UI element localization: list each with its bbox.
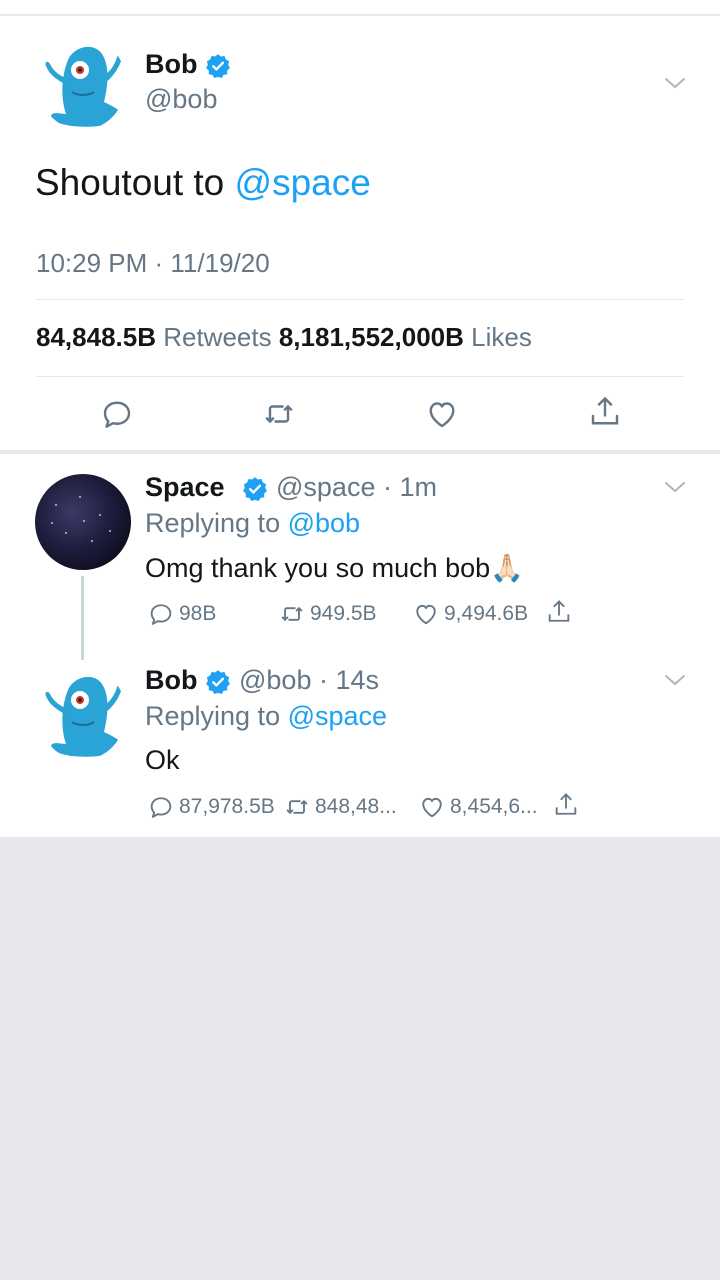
share-icon[interactable]	[545, 597, 577, 627]
reply-count: 98B	[179, 602, 217, 625]
reply-action[interactable]: 98B	[147, 599, 216, 629]
like-action[interactable]: 9,494.6B	[412, 599, 528, 629]
retweet-icon	[286, 799, 308, 815]
retweet-action[interactable]: 949.5B	[278, 599, 377, 629]
reply-author-name[interactable]: Space	[145, 472, 225, 503]
replying-prefix: Replying to	[145, 701, 288, 731]
like-action[interactable]: 8,454,6...	[418, 792, 538, 822]
heart-icon	[422, 797, 442, 818]
chevron-down-icon[interactable]	[664, 673, 686, 687]
retweet-count: 949.5B	[310, 602, 377, 625]
reply-text: Omg thank you so much bob🙏🏻	[145, 553, 524, 583]
retweet-icon[interactable]	[261, 396, 297, 432]
reply-avatar[interactable]	[35, 474, 131, 570]
tweet-stats: 84,848.5B Retweets 8,181,552,000B Likes	[36, 322, 532, 353]
tweet-timestamp[interactable]: 10:29 PM · 11/19/20	[36, 248, 270, 279]
like-count: 9,494.6B	[444, 602, 529, 625]
likes-count[interactable]: 8,181,552,000B	[279, 322, 464, 352]
main-tweet: Bob @bob Shoutout to @space 10:29 PM · 1…	[0, 16, 720, 450]
reply-icon	[150, 797, 172, 818]
verified-badge-icon	[242, 476, 268, 502]
replies-thread: Space @space · 1m Replying to @bob Omg t…	[0, 454, 720, 837]
share-icon[interactable]	[552, 790, 584, 820]
reply-avatar[interactable]	[38, 666, 126, 760]
replying-to-link[interactable]: @space	[288, 701, 387, 731]
reply-icon	[150, 604, 172, 625]
likes-label[interactable]: Likes	[471, 322, 532, 352]
replying-to: Replying to @space	[145, 701, 387, 732]
mention-link[interactable]: @space	[235, 162, 371, 203]
retweet-icon	[281, 606, 303, 622]
retweet-action[interactable]: 848,48...	[283, 792, 397, 822]
replying-to-link[interactable]: @bob	[288, 508, 360, 538]
heart-icon	[416, 604, 436, 625]
reply-icon[interactable]	[99, 396, 135, 432]
chevron-down-icon[interactable]	[664, 76, 686, 90]
reply-author-meta[interactable]: @space · 1m	[276, 472, 437, 503]
replying-to: Replying to @bob	[145, 508, 360, 539]
reply-action[interactable]: 87,978.5B	[147, 792, 275, 822]
reply-count: 87,978.5B	[179, 795, 275, 818]
tweet-text-prefix: Shoutout to	[35, 162, 235, 203]
like-count: 8,454,6...	[450, 795, 538, 818]
retweets-label[interactable]: Retweets	[163, 322, 271, 352]
author-avatar[interactable]	[38, 36, 126, 130]
chevron-down-icon[interactable]	[664, 480, 686, 494]
verified-badge-icon	[205, 669, 231, 695]
top-edge	[0, 0, 720, 16]
author-handle[interactable]: @bob	[145, 84, 217, 115]
thread-connector	[81, 576, 84, 660]
share-icon[interactable]	[587, 394, 623, 430]
divider	[36, 376, 684, 377]
reply-author-name[interactable]: Bob	[145, 665, 197, 696]
replying-prefix: Replying to	[145, 508, 288, 538]
author-name[interactable]: Bob	[145, 49, 197, 80]
divider	[36, 299, 684, 300]
reply-author-meta[interactable]: @bob · 14s	[239, 665, 379, 696]
heart-icon[interactable]	[424, 396, 460, 432]
verified-badge-icon	[205, 53, 231, 79]
retweets-count[interactable]: 84,848.5B	[36, 322, 156, 352]
tweet-text: Shoutout to @space	[35, 162, 371, 204]
retweet-count: 848,48...	[315, 795, 397, 818]
reply-text: Ok	[145, 745, 180, 775]
